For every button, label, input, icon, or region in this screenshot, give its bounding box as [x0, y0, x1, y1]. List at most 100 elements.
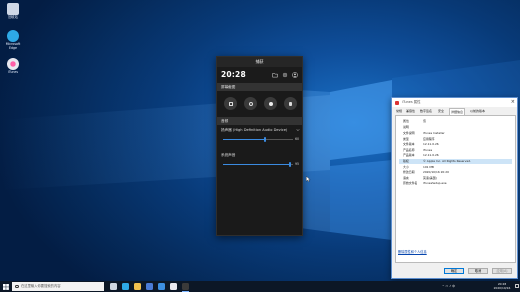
record-icon: [268, 101, 273, 106]
desktop-icon-recycle-bin[interactable]: 回收站: [2, 3, 24, 20]
details-row[interactable]: 产品版本 12.11.0.26: [399, 153, 512, 158]
details-header: 属性 值: [399, 119, 512, 124]
capture-panel: 捕获 20:28 屏幕截图 音频 扬声器 (High Definition Au…: [216, 56, 303, 236]
audio-section-header: 音频: [217, 117, 302, 125]
tab-details[interactable]: 详细信息: [449, 108, 466, 115]
mouse-cursor-icon: [306, 176, 311, 182]
search-icon: [15, 284, 19, 288]
property-value: iTunes: [423, 147, 433, 152]
section-label: 说明: [399, 125, 512, 130]
task-view-icon[interactable]: [110, 283, 117, 290]
device-volume-fill: [223, 139, 265, 140]
system-sound-label: 系统声音: [221, 153, 236, 157]
property-name: 语言: [403, 175, 409, 180]
property-name: 大小: [403, 164, 409, 169]
desktop-icon-edge[interactable]: Microsoft Edge: [2, 30, 24, 50]
notification-icon[interactable]: [515, 284, 519, 288]
game-bar-icon[interactable]: [182, 283, 189, 292]
microphone-icon: [289, 101, 292, 106]
details-row[interactable]: 文件版本 12.11.0.26: [399, 142, 512, 147]
details-row[interactable]: 版权 © Apple Inc. All Rights Reserved.: [399, 159, 512, 164]
system-volume-slider[interactable]: [223, 162, 293, 167]
capture-section-header: 屏幕截图: [217, 83, 302, 91]
property-name: 文件说明: [403, 131, 415, 135]
close-icon[interactable]: ×: [511, 98, 515, 107]
chevron-down-icon[interactable]: [296, 128, 300, 132]
column-value[interactable]: 值: [423, 119, 426, 123]
tab-security[interactable]: 安全: [437, 108, 445, 115]
property-name: 文件版本: [403, 142, 415, 147]
taskbar: 在这里输入你要搜索的内容 ^ ▭ ♪ 中 20:28 2020/10/16: [0, 281, 520, 292]
record-last-icon: [248, 101, 253, 106]
dialog-title-bar[interactable]: iTunes 属性 ×: [392, 98, 517, 107]
device-volume-slider[interactable]: [223, 137, 293, 142]
dialog-title: iTunes 属性: [402, 100, 421, 104]
desktop-icon-label: Microsoft Edge: [5, 42, 21, 50]
gear-icon[interactable]: [282, 72, 288, 78]
tab-digital-signatures[interactable]: 数字签名: [419, 108, 433, 115]
edge-icon[interactable]: [122, 283, 129, 290]
remove-properties-link[interactable]: 删除属性和个人信息: [398, 249, 427, 254]
details-row[interactable]: 类型 应用程序: [399, 137, 512, 142]
device-label: 扬声器 (High Definition Audio Device): [221, 128, 288, 132]
taskbar-search-box[interactable]: 在这里输入你要搜索的内容: [12, 282, 104, 291]
property-name: 版权: [403, 159, 409, 163]
property-value: 2020/10/16 20:20: [423, 170, 449, 175]
property-name: 产品版本: [403, 153, 415, 158]
details-row[interactable]: 原始文件名 iTunesSetup.exe: [399, 181, 512, 186]
app-icon: [395, 100, 399, 105]
property-value: 应用程序: [423, 136, 435, 141]
property-name: 修改日期: [403, 170, 415, 175]
details-row[interactable]: 语言 英语(美国): [399, 176, 512, 181]
tab-compatibility[interactable]: 兼容性: [405, 108, 416, 115]
taskbar-clock[interactable]: 20:28 2020/10/16: [491, 282, 513, 291]
cancel-button[interactable]: 取消: [468, 268, 488, 274]
details-row[interactable]: 大小 191 MB: [399, 165, 512, 170]
ok-button[interactable]: 确定: [444, 268, 464, 274]
edge-icon: [7, 30, 19, 42]
mic-button[interactable]: [284, 97, 297, 110]
details-row[interactable]: 修改日期 2020/10/16 20:20: [399, 170, 512, 175]
panel-title: 捕获: [217, 57, 302, 67]
itunes-icon: [7, 58, 19, 70]
property-value: © Apple Inc. All Rights Reserved.: [423, 159, 471, 163]
property-value: iTunesSetup.exe: [423, 181, 447, 186]
system-volume-thumb[interactable]: [288, 162, 291, 167]
property-value: 英语(美国): [423, 175, 437, 180]
recycle-bin-icon: [7, 3, 19, 15]
desktop-icon-itunes[interactable]: iTunes: [2, 58, 24, 75]
apply-button[interactable]: 应用(A): [492, 268, 512, 274]
system-tray[interactable]: ^ ▭ ♪ 中: [442, 281, 455, 292]
mail-icon[interactable]: [158, 283, 165, 290]
column-property[interactable]: 属性: [403, 119, 409, 123]
clock-date: 2020/10/16: [493, 286, 511, 291]
property-name: 产品名称: [403, 147, 415, 152]
folder-icon[interactable]: [272, 72, 278, 78]
details-row[interactable]: 产品名称 iTunes: [399, 148, 512, 153]
system-volume-fill: [223, 164, 290, 165]
details-row[interactable]: 文件说明 iTunes Installer: [399, 131, 512, 136]
account-icon[interactable]: [292, 72, 298, 78]
record-last-button[interactable]: [244, 97, 257, 110]
screenshot-button[interactable]: [224, 97, 237, 110]
file-explorer-icon[interactable]: [134, 283, 141, 290]
device-volume-value: 60: [295, 137, 300, 141]
windows-start-icon[interactable]: [3, 283, 9, 290]
property-value: 12.11.0.26: [423, 153, 439, 158]
device-volume-thumb[interactable]: [264, 137, 266, 142]
itunes-icon[interactable]: [170, 283, 177, 290]
camera-icon: [228, 101, 233, 106]
tab-previous-versions[interactable]: 以前的版本: [469, 108, 486, 115]
property-value: 191 MB: [423, 164, 434, 169]
property-name: 类型: [403, 136, 409, 141]
details-panel: 属性 值 说明 文件说明 iTunes Installer 类型 应用程序 文件版本 12…: [395, 115, 516, 263]
clock-time: 20:28: [221, 70, 246, 79]
desktop-icon-label: iTunes: [7, 70, 18, 74]
audio-mixer: 扬声器 (High Definition Audio Device) 60 系统…: [217, 125, 302, 235]
property-value: iTunes Installer: [423, 131, 445, 135]
record-button[interactable]: [264, 97, 277, 110]
section-description: 说明: [403, 125, 409, 129]
dialog-tabs: 常规 兼容性 数字签名 安全 详细信息 以前的版本: [395, 108, 515, 115]
store-icon[interactable]: [146, 283, 153, 290]
tab-general[interactable]: 常规: [395, 108, 403, 115]
